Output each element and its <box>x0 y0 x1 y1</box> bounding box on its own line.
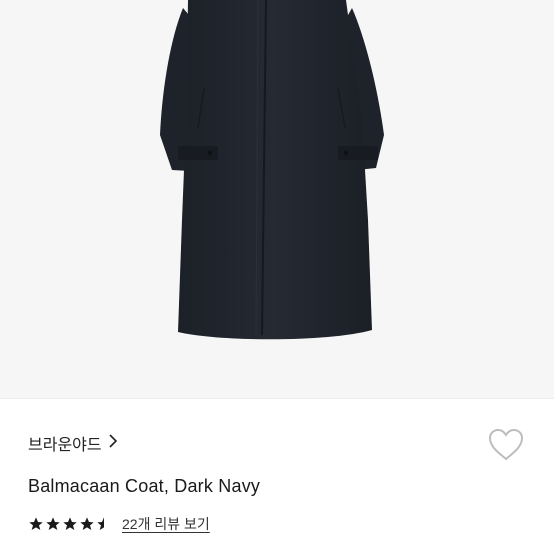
star-icon <box>29 517 43 530</box>
product-image[interactable] <box>0 0 554 398</box>
divider <box>0 398 554 399</box>
product-title: Balmacaan Coat, Dark Navy <box>28 476 261 496</box>
star-icon <box>46 517 60 530</box>
star-icon <box>80 517 94 530</box>
star-icon <box>63 517 77 530</box>
review-link[interactable]: 22개 리뷰 보기 <box>122 514 210 534</box>
rating-row: 22개 리뷰 보기 <box>28 514 210 534</box>
coat-illustration <box>160 0 384 340</box>
star-half-icon <box>97 517 104 530</box>
brand-name: 브라운야드 <box>28 437 102 454</box>
heart-icon[interactable] <box>487 427 525 463</box>
star-rating <box>28 516 112 532</box>
brand-link[interactable]: 브라운야드 <box>28 431 118 455</box>
chevron-right-icon <box>108 433 118 453</box>
